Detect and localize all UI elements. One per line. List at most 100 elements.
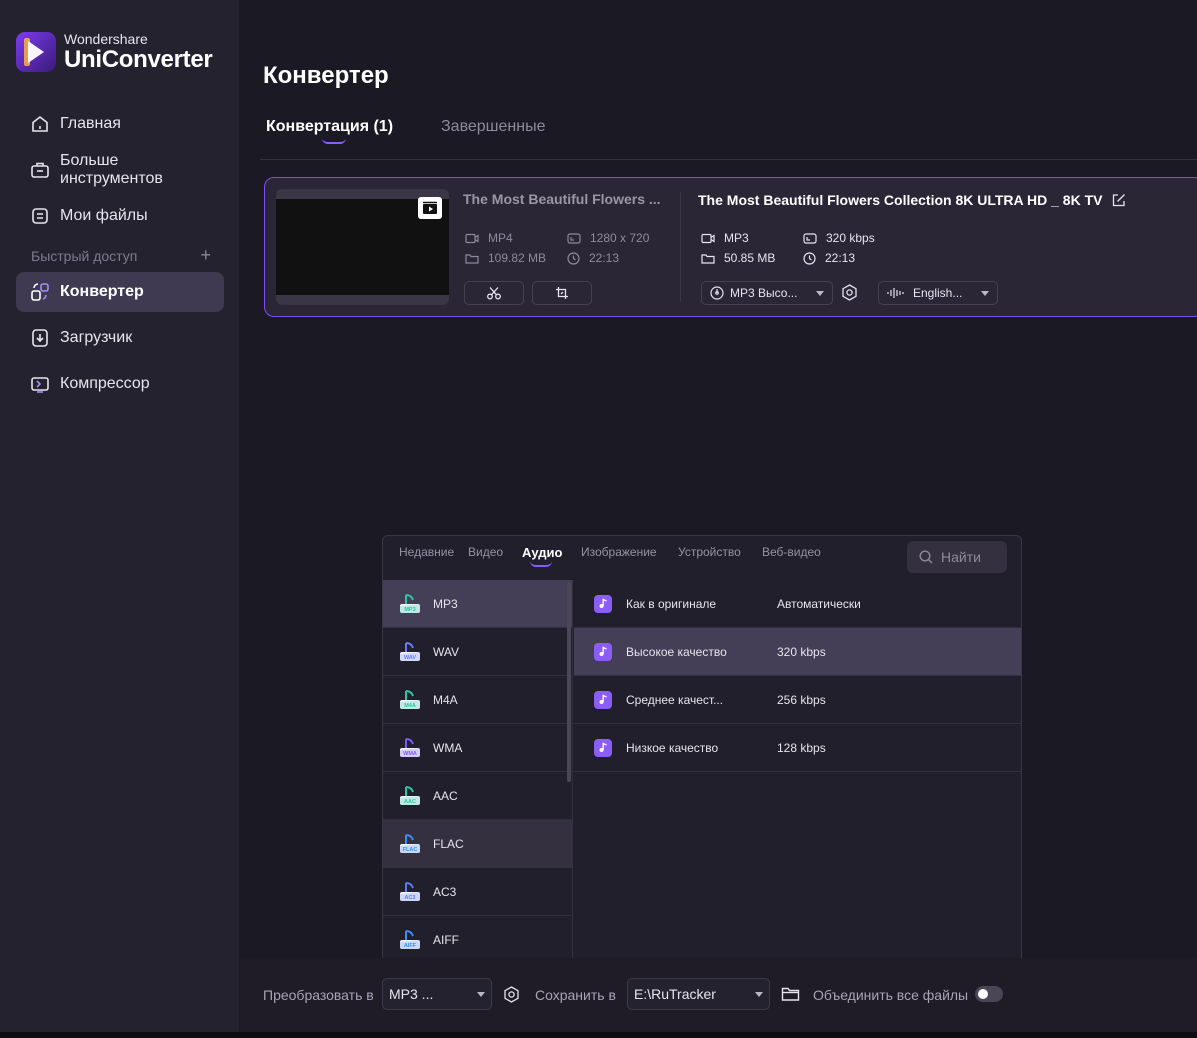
search-icon bbox=[919, 550, 933, 564]
window-bottom-edge bbox=[0, 1032, 1197, 1038]
tab-device[interactable]: Устройство bbox=[678, 545, 741, 559]
sidebar-item-label: Загрузчик bbox=[60, 329, 133, 346]
brand-name: UniConverter bbox=[64, 46, 213, 73]
audio-waveform-icon bbox=[887, 288, 904, 298]
tab-converting[interactable]: Конвертация (1) bbox=[266, 118, 393, 136]
chevron-down-icon bbox=[816, 290, 824, 296]
converter-icon bbox=[30, 282, 50, 302]
sidebar-item-label: Конвертер bbox=[60, 283, 144, 300]
trim-button[interactable] bbox=[464, 281, 524, 305]
audio-format-icon: AC3 bbox=[399, 881, 421, 903]
quality-option[interactable]: Среднее качест... 256 kbps bbox=[574, 676, 1021, 724]
format-name: M4A bbox=[433, 692, 458, 707]
format-item-flac[interactable]: FLAC FLAC bbox=[383, 820, 572, 868]
video-camera-icon bbox=[701, 233, 715, 243]
source-duration: 22:13 bbox=[567, 251, 619, 265]
video-camera-icon bbox=[465, 233, 479, 243]
tab-finished[interactable]: Завершенные bbox=[441, 118, 545, 136]
page-title: Конвертер bbox=[263, 62, 389, 89]
svg-text:WAV: WAV bbox=[404, 655, 416, 661]
target-file-title: The Most Beautiful Flowers Collection 8K… bbox=[698, 192, 1126, 208]
sidebar-item-label: Главная bbox=[60, 115, 121, 132]
edit-name-icon[interactable] bbox=[1112, 193, 1126, 207]
tab-web-video[interactable]: Веб-видео bbox=[762, 545, 821, 559]
crop-icon bbox=[556, 287, 568, 299]
chevron-down-icon bbox=[477, 991, 485, 997]
format-name: AC3 bbox=[433, 884, 457, 899]
header-divider bbox=[260, 159, 1197, 160]
format-picker-popup: Недавние Видео Аудио Изображение Устройс… bbox=[382, 535, 1022, 973]
format-category-tabs: Недавние Видео Аудио Изображение Устройс… bbox=[383, 536, 1021, 580]
sidebar-item-downloader[interactable]: Загрузчик bbox=[16, 318, 224, 358]
svg-text:AIFF: AIFF bbox=[404, 943, 417, 949]
brand-small: Wondershare bbox=[64, 31, 148, 47]
active-tab-indicator bbox=[322, 138, 346, 144]
add-quick-access-icon[interactable]: + bbox=[200, 246, 211, 264]
sidebar-item-label: Компрессор bbox=[60, 375, 150, 392]
quality-option[interactable]: Как в оригинале Автоматически bbox=[574, 580, 1021, 628]
bitrate-icon bbox=[803, 232, 817, 244]
save-location-select[interactable]: E:\RuTracker bbox=[627, 978, 770, 1010]
toolbox-icon bbox=[30, 160, 50, 180]
format-disc-icon bbox=[710, 286, 724, 300]
uniconverter-logo-icon bbox=[16, 32, 56, 72]
convert-to-select[interactable]: MP3 ... bbox=[382, 978, 492, 1010]
quality-name: Среднее качест... bbox=[626, 692, 724, 707]
quality-option[interactable]: Высокое качество 320 kbps bbox=[574, 628, 1021, 676]
audio-track-select[interactable]: English... bbox=[878, 281, 998, 305]
format-list-scrollbar[interactable] bbox=[567, 582, 571, 782]
sidebar-item-my-files[interactable]: Мои файлы bbox=[16, 196, 224, 236]
format-item-wma[interactable]: WMA WMA bbox=[383, 724, 572, 772]
compress-icon bbox=[30, 374, 50, 394]
music-note-icon bbox=[594, 594, 612, 613]
quality-value: 128 kbps bbox=[777, 740, 826, 755]
merge-files-label: Объединить все файлы bbox=[813, 987, 969, 1003]
tab-image[interactable]: Изображение bbox=[581, 545, 657, 559]
format-item-mp3[interactable]: MP3 MP3 bbox=[383, 580, 572, 628]
format-item-wav[interactable]: WAV WAV bbox=[383, 628, 572, 676]
video-thumbnail[interactable] bbox=[276, 189, 449, 305]
output-format-select[interactable]: MP3 Высо... bbox=[701, 281, 833, 305]
tab-video[interactable]: Видео bbox=[468, 545, 503, 559]
format-item-ac3[interactable]: AC3 AC3 bbox=[383, 868, 572, 916]
source-resolution: 1280 x 720 bbox=[567, 231, 649, 245]
audio-format-icon: AIFF bbox=[399, 929, 421, 951]
format-item-aac[interactable]: AAC AAC bbox=[383, 772, 572, 820]
format-search-input[interactable]: Найти bbox=[907, 541, 1007, 573]
crop-button[interactable] bbox=[532, 281, 592, 305]
format-item-aiff[interactable]: AIFF AIFF bbox=[383, 916, 572, 964]
source-size: 109.82 MB bbox=[465, 251, 546, 265]
quality-list: Как в оригинале Автоматически Высокое каче… bbox=[574, 580, 1021, 772]
source-format: MP4 bbox=[465, 231, 513, 245]
app-window: Wondershare UniConverter Главная Больше … bbox=[0, 0, 1197, 1038]
format-item-m4a[interactable]: M4A M4A bbox=[383, 676, 572, 724]
convert-to-label: Преобразовать в bbox=[263, 987, 374, 1003]
sidebar-item-more-tools[interactable]: Больше инструментов bbox=[16, 150, 224, 190]
sidebar-item-compressor[interactable]: Компрессор bbox=[16, 364, 224, 404]
quality-value: 256 kbps bbox=[777, 692, 826, 707]
quality-option[interactable]: Низкое качество 128 kbps bbox=[574, 724, 1021, 772]
sidebar-item-label: Мои файлы bbox=[60, 207, 148, 224]
play-video-icon[interactable] bbox=[418, 197, 442, 219]
merge-files-toggle[interactable] bbox=[975, 986, 1003, 1002]
music-note-icon bbox=[594, 690, 612, 709]
file-card[interactable]: The Most Beautiful Flowers ... MP4 109.8… bbox=[264, 177, 1197, 317]
format-name: WMA bbox=[433, 740, 463, 755]
settings-gear-icon[interactable] bbox=[841, 284, 858, 306]
quality-value: 320 kbps bbox=[777, 644, 826, 659]
tab-recent[interactable]: Недавние bbox=[399, 545, 454, 559]
tab-audio[interactable]: Аудио bbox=[522, 545, 562, 560]
sidebar-item-converter[interactable]: Конвертер bbox=[16, 272, 224, 312]
open-folder-icon[interactable] bbox=[781, 986, 800, 1007]
chevron-down-icon bbox=[981, 290, 989, 296]
download-icon bbox=[30, 328, 50, 348]
svg-text:MP3: MP3 bbox=[404, 607, 415, 613]
audio-format-icon: AAC bbox=[399, 785, 421, 807]
quality-name: Высокое качество bbox=[626, 644, 727, 659]
music-note-icon bbox=[594, 738, 612, 757]
audio-format-list: MP3 MP3 WAV WAV M4A M4A WMA WMA AAC AAC FLAC FLAC AC… bbox=[383, 580, 573, 972]
audio-format-icon: WAV bbox=[399, 641, 421, 663]
audio-format-icon: MP3 bbox=[399, 593, 421, 615]
output-settings-icon[interactable] bbox=[503, 986, 520, 1008]
sidebar-item-home[interactable]: Главная bbox=[16, 104, 224, 144]
